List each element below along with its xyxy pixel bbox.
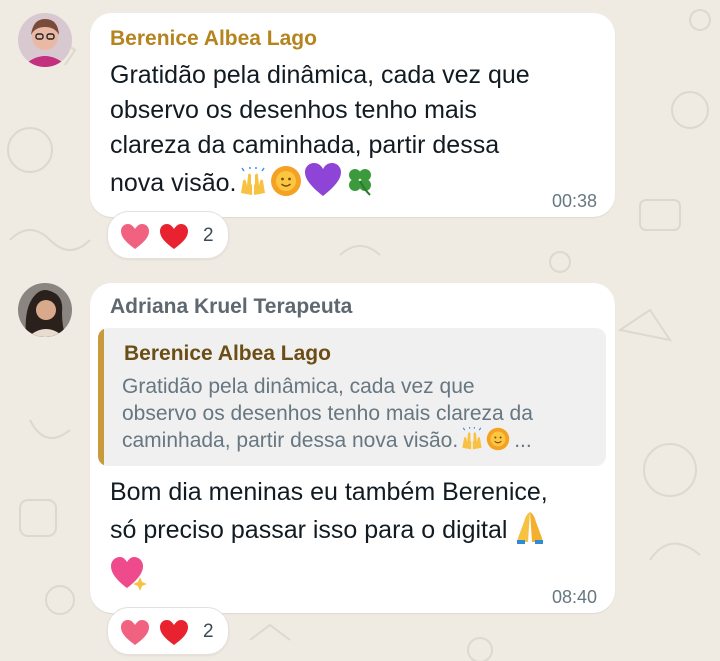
message-text: Bom dia meninas eu também Berenice, só pr… [110, 475, 548, 554]
profile-photo-adriana [18, 283, 72, 337]
sparkling-heart-icon [110, 555, 148, 596]
avatar-adriana[interactable] [18, 283, 72, 337]
message-bubble-1[interactable]: Berenice Albea Lago Gratidão pela dinâmi… [90, 13, 615, 217]
message-timestamp: 00:38 [552, 191, 598, 211]
message-text: Gratidão pela dinâmica, cada vez que obse… [110, 58, 530, 207]
sun-face-icon [270, 165, 302, 207]
pink-heart-icon [121, 620, 149, 645]
message-line: Bom dia meninas eu também Berenice, [110, 478, 548, 506]
sender-name[interactable]: Adriana Kruel Terapeuta [110, 295, 352, 319]
sender-name[interactable]: Berenice Albea Lago [110, 27, 317, 51]
red-heart-icon [160, 620, 188, 645]
reaction-count: 2 [203, 621, 214, 642]
message-timestamp: 08:40 [552, 587, 598, 607]
clover-icon [344, 165, 376, 207]
message-line: só preciso passar isso para o digital [110, 510, 548, 554]
quoted-line: observo os desenhos tenho mais clareza d… [122, 402, 533, 425]
quoted-message[interactable]: Berenice Albea Lago Gratidão pela dinâmi… [98, 328, 606, 466]
quoted-text: Gratidão pela dinâmica, cada vez que obse… [122, 373, 533, 458]
reaction-count: 2 [203, 225, 214, 246]
raising-hands-icon [460, 427, 484, 458]
quoted-author: Berenice Albea Lago [124, 342, 331, 365]
quote-ellipsis: ... [514, 429, 532, 452]
message-bubble-2[interactable]: Adriana Kruel Terapeuta Berenice Albea L… [90, 283, 615, 613]
quoted-line: caminhada, partir dessa nova visão.... [122, 427, 533, 458]
message-line: nova visão. [110, 163, 530, 207]
quoted-line: Gratidão pela dinâmica, cada vez que [122, 375, 475, 398]
purple-heart-icon [304, 163, 342, 207]
pink-heart-icon [121, 224, 149, 249]
raising-hands-icon [238, 167, 268, 207]
reactions-pill-1[interactable]: 2 [107, 211, 229, 259]
quote-accent-bar [98, 328, 104, 466]
sun-face-icon [486, 427, 510, 458]
message-line: observo os desenhos tenho mais [110, 96, 477, 124]
reactions-pill-2[interactable]: 2 [107, 607, 229, 655]
avatar-berenice[interactable] [18, 13, 72, 67]
message-line: clareza da caminhada, partir dessa [110, 131, 500, 159]
red-heart-icon [160, 224, 188, 249]
folded-hands-icon [515, 510, 545, 554]
message-line: Gratidão pela dinâmica, cada vez que [110, 61, 530, 89]
profile-photo-berenice [18, 13, 72, 67]
